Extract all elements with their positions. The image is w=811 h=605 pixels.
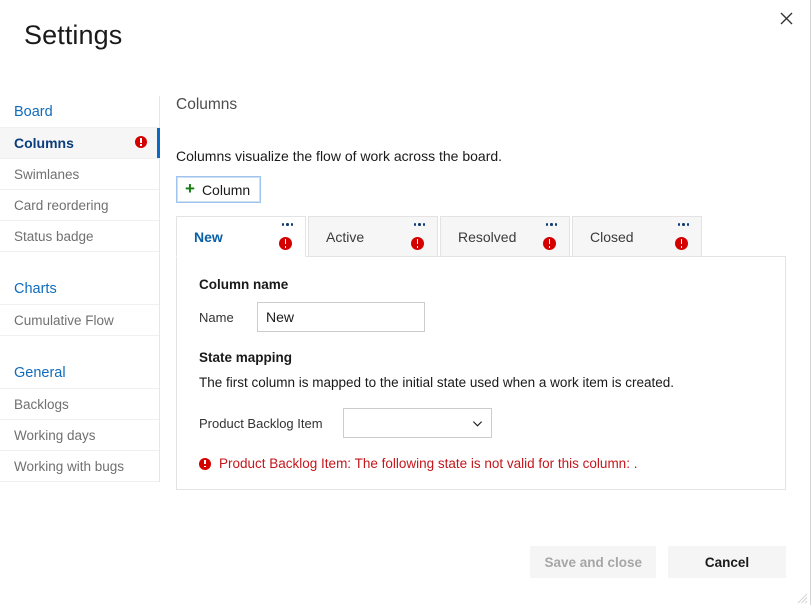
column-name-title: Column name bbox=[199, 277, 785, 292]
tab-closed[interactable]: Closed bbox=[572, 216, 702, 257]
tab-label: Closed bbox=[573, 229, 634, 245]
sidebar-item-label: Status badge bbox=[14, 229, 94, 244]
tab-overflow-menu-icon[interactable] bbox=[282, 223, 294, 226]
sidebar-item-swimlanes[interactable]: Swimlanes bbox=[0, 159, 159, 190]
dialog-footer: Save and close Cancel bbox=[0, 532, 810, 605]
sidebar-item-card-reordering[interactable]: Card reordering bbox=[0, 190, 159, 221]
save-and-close-button[interactable]: Save and close bbox=[530, 546, 656, 578]
section-description: Columns visualize the flow of work acros… bbox=[176, 148, 810, 164]
tab-error-icon bbox=[279, 237, 292, 255]
sidebar-group-board: Board bbox=[0, 96, 159, 128]
tab-error-icon bbox=[675, 237, 688, 255]
sidebar-item-columns[interactable]: Columns bbox=[0, 128, 159, 159]
sidebar-item-working-with-bugs[interactable]: Working with bugs bbox=[0, 451, 159, 482]
settings-sidebar: Board Columns Swimlanes Card reordering … bbox=[0, 96, 160, 482]
sidebar-spacer bbox=[0, 336, 159, 357]
sidebar-group-general: General bbox=[0, 357, 159, 389]
column-tab-strip: New Active Resolved Closed bbox=[176, 216, 810, 257]
section-heading: Columns bbox=[176, 96, 810, 114]
tab-overflow-menu-icon[interactable] bbox=[678, 223, 690, 226]
sidebar-item-cumulative-flow[interactable]: Cumulative Flow bbox=[0, 305, 159, 336]
validation-message: Product Backlog Item: The following stat… bbox=[199, 456, 785, 471]
state-mapping-description: The first column is mapped to the initia… bbox=[199, 375, 785, 390]
column-settings-panel: Column name Name State mapping The first… bbox=[176, 256, 786, 490]
validation-message-text: Product Backlog Item: The following stat… bbox=[219, 456, 637, 471]
settings-dialog: Settings Board Columns Swimlanes Card re… bbox=[0, 0, 811, 605]
tab-label: New bbox=[177, 229, 223, 245]
column-name-input[interactable] bbox=[257, 302, 425, 332]
tab-resolved[interactable]: Resolved bbox=[440, 216, 570, 257]
sidebar-item-label: Working with bugs bbox=[14, 459, 124, 474]
product-backlog-item-select[interactable] bbox=[343, 408, 492, 438]
plus-icon: + bbox=[185, 180, 195, 197]
sidebar-item-label: Card reordering bbox=[14, 198, 109, 213]
settings-main-content: Columns Columns visualize the flow of wo… bbox=[176, 96, 810, 490]
sidebar-item-label: Swimlanes bbox=[14, 167, 79, 182]
sidebar-error-icon bbox=[135, 135, 147, 151]
footer-buttons: Save and close Cancel bbox=[530, 546, 786, 578]
cancel-button[interactable]: Cancel bbox=[668, 546, 786, 578]
sidebar-group-charts: Charts bbox=[0, 273, 159, 305]
page-title: Settings bbox=[24, 20, 122, 51]
tab-error-icon bbox=[411, 237, 424, 255]
product-backlog-item-label: Product Backlog Item bbox=[199, 416, 335, 431]
sidebar-item-label: Cumulative Flow bbox=[14, 313, 114, 328]
chevron-down-icon bbox=[472, 418, 483, 429]
tab-overflow-menu-icon[interactable] bbox=[546, 223, 558, 226]
tab-overflow-menu-icon[interactable] bbox=[414, 223, 426, 226]
state-mapping-row: Product Backlog Item bbox=[199, 408, 785, 438]
sidebar-item-working-days[interactable]: Working days bbox=[0, 420, 159, 451]
dialog-title-bar: Settings bbox=[0, 0, 810, 78]
add-column-button[interactable]: + Column bbox=[176, 176, 261, 203]
tab-label: Active bbox=[309, 229, 364, 245]
sidebar-item-status-badge[interactable]: Status badge bbox=[0, 221, 159, 252]
state-mapping-title: State mapping bbox=[199, 350, 785, 365]
column-tabs-area: New Active Resolved Closed bbox=[176, 216, 810, 490]
error-icon bbox=[199, 458, 211, 470]
name-label: Name bbox=[199, 310, 249, 325]
sidebar-spacer bbox=[0, 252, 159, 273]
resize-grip[interactable] bbox=[795, 591, 808, 604]
tab-error-icon bbox=[543, 237, 556, 255]
sidebar-item-label: Columns bbox=[14, 135, 74, 151]
add-column-label: Column bbox=[202, 182, 250, 198]
tab-label: Resolved bbox=[441, 229, 516, 245]
tab-new[interactable]: New bbox=[176, 216, 306, 257]
column-name-row: Name bbox=[199, 302, 785, 332]
close-icon[interactable] bbox=[771, 4, 801, 32]
tab-active[interactable]: Active bbox=[308, 216, 438, 257]
sidebar-item-backlogs[interactable]: Backlogs bbox=[0, 389, 159, 420]
sidebar-item-label: Working days bbox=[14, 428, 96, 443]
sidebar-item-label: Backlogs bbox=[14, 397, 69, 412]
